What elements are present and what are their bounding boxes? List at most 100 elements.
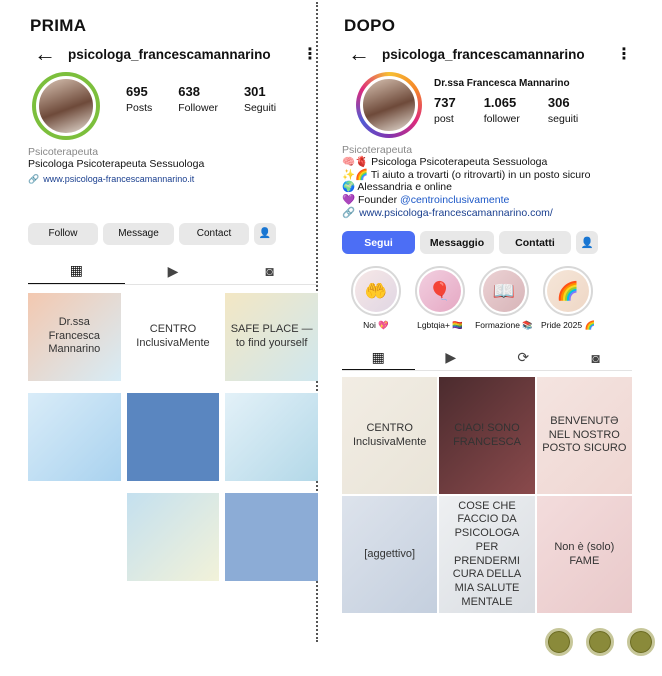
- contact-button[interactable]: Contatti: [499, 231, 571, 254]
- message-button[interactable]: Messaggio: [420, 231, 494, 254]
- grid-post[interactable]: [28, 492, 121, 581]
- grid-post[interactable]: SAFE PLACE — to find yourself: [225, 292, 318, 381]
- highlight-ring: 🎈: [415, 266, 465, 316]
- bio-line-1: 🧠🫀 Psicologa Psicoterapeuta Sessuologa: [342, 156, 548, 168]
- post-caption: Dr.ssa Francesca Mannarino: [48, 315, 101, 356]
- profile-category: Psicoterapeuta: [342, 144, 413, 156]
- highlight-ring: 🤲: [351, 266, 401, 316]
- follow-button[interactable]: Segui: [342, 231, 415, 254]
- action-buttons: Segui Messaggio Contatti 👤: [342, 231, 632, 254]
- profile-link-text[interactable]: www.psicologa-francescamannarino.com/: [359, 207, 553, 219]
- profile-category: Psicoterapeuta: [28, 146, 99, 158]
- bio-line-2: ✨🌈 Ti aiuto a trovarti (o ritrovarti) in…: [342, 168, 591, 181]
- back-arrow-icon[interactable]: ←: [342, 41, 382, 67]
- grid-post[interactable]: [225, 492, 318, 581]
- avatar-story-ring: [356, 72, 422, 138]
- tab-reels-icon[interactable]: ▶: [415, 345, 488, 370]
- founder-mention-link[interactable]: @centroinclusivamente: [400, 194, 509, 206]
- link-icon: 🔗: [342, 207, 356, 219]
- tab-reels-icon[interactable]: ▶: [125, 259, 222, 284]
- highlight-cover-icon: 🎈: [419, 270, 461, 312]
- profile-link-text[interactable]: www.psicologa-francescamannarino.it: [43, 174, 194, 184]
- more-options-icon[interactable]: ⋮: [616, 44, 632, 64]
- message-button[interactable]: Message: [103, 222, 174, 245]
- highlight-item[interactable]: 📖 Formazione 📚: [475, 266, 533, 331]
- post-grid: CENTRO InclusivaMente CIAO! SONO FRANCESC…: [342, 377, 632, 613]
- username: psicologa_francescamannarino: [382, 46, 585, 62]
- username: psicologa_francescamannarino: [68, 46, 271, 62]
- bio-line-3: 🌍 Alessandria e online: [342, 181, 452, 193]
- founder-prefix: 💜 Founder: [342, 193, 401, 206]
- tab-grid-icon[interactable]: ▦: [342, 345, 415, 370]
- profile-link[interactable]: 🔗 www.psicologa-francescamannarino.com/: [342, 206, 632, 220]
- post-caption: CENTRO InclusivaMente: [352, 421, 427, 448]
- link-icon: 🔗: [28, 173, 40, 184]
- post-caption: [aggettivo]: [364, 547, 416, 560]
- stat-following[interactable]: 306 seguiti: [548, 95, 578, 125]
- stat-followers[interactable]: 1.065 follower: [484, 95, 520, 125]
- contact-button[interactable]: Contact: [179, 222, 249, 245]
- back-arrow-icon[interactable]: ←: [28, 41, 68, 67]
- highlight-cover-icon: 🌈: [547, 270, 589, 312]
- olive-dot: [586, 628, 614, 656]
- add-user-icon[interactable]: 👤: [576, 231, 598, 254]
- grid-post[interactable]: [225, 392, 318, 481]
- avatar-ring: [32, 72, 100, 140]
- bio-founder-line: 💜 Founder @centroinclusivamente: [342, 194, 632, 207]
- tab-tagged-icon[interactable]: ◙: [560, 345, 633, 370]
- after-profile: ← psicologa_francescamannarino ⋮ Dr.ssa …: [342, 40, 632, 613]
- grid-post[interactable]: [aggettivo]: [342, 496, 438, 613]
- grid-post[interactable]: [126, 392, 220, 481]
- profile-topbar: ← psicologa_francescamannarino ⋮: [28, 40, 318, 68]
- profile-tabs: ▦ ▶ ⟳ ◙: [342, 345, 632, 371]
- avatar[interactable]: [36, 76, 96, 136]
- grid-post[interactable]: CIAO! SONO FRANCESCA: [439, 377, 535, 494]
- decorative-dots: [545, 628, 655, 656]
- action-buttons: Follow Message Contact 👤: [28, 222, 318, 245]
- tab-grid-icon[interactable]: ▦: [28, 259, 125, 284]
- grid-post[interactable]: COSE CHE FACCIO DA PSICOLOGA PER PRENDER…: [439, 496, 535, 613]
- profile-stats: Dr.ssa Francesca Mannarino 737 post 1.065…: [422, 72, 632, 125]
- before-profile: ← psicologa_francescamannarino ⋮ 695 Post…: [28, 40, 318, 581]
- grid-post[interactable]: CENTRO InclusivaMente: [342, 377, 438, 494]
- highlight-item[interactable]: 🤲 Noi 💖: [350, 266, 402, 331]
- tab-tagged-icon[interactable]: ◙: [221, 259, 318, 284]
- olive-dot: [627, 628, 655, 656]
- profile-header: 695 Posts 638 Follower 301 Seguiti: [28, 72, 318, 140]
- before-title: PRIMA: [30, 16, 87, 35]
- add-user-icon[interactable]: 👤: [254, 222, 276, 245]
- profile-topbar: ← psicologa_francescamannarino ⋮: [342, 40, 632, 68]
- avatar[interactable]: [360, 76, 418, 134]
- follow-button[interactable]: Follow: [28, 222, 98, 245]
- profile-bio: Psicologa Psicoterapeuta Sessuologa: [28, 158, 205, 170]
- highlight-item[interactable]: 🎈 Lgbtqia+ 🏳️‍🌈: [414, 266, 466, 331]
- profile-stats: 695 Posts 638 Follower 301 Seguiti: [100, 72, 318, 114]
- stat-followers[interactable]: 638 Follower: [178, 84, 218, 114]
- after-title: DOPO: [344, 16, 396, 35]
- story-highlights: 🤲 Noi 💖 🎈 Lgbtqia+ 🏳️‍🌈 📖 Formazione 📚 🌈 Pride …: [350, 266, 632, 331]
- highlight-item[interactable]: 🌈 Pride 2025 🌈: [541, 266, 595, 331]
- full-name: Dr.ssa Francesca Mannarino: [434, 78, 570, 89]
- stat-posts[interactable]: 737 post: [434, 95, 456, 125]
- more-options-icon[interactable]: ⋮: [302, 44, 318, 64]
- grid-post[interactable]: [126, 492, 220, 581]
- highlight-cover-icon: 🤲: [355, 270, 397, 312]
- stat-following[interactable]: 301 Seguiti: [244, 84, 276, 114]
- grid-post[interactable]: BENVENUTƏ NEL NOSTRO POSTO SICURO: [536, 377, 632, 494]
- post-grid: Dr.ssa Francesca Mannarino CENTRO Inclusi…: [28, 292, 318, 581]
- grid-post[interactable]: CENTRO InclusivaMente: [126, 292, 220, 381]
- highlight-ring: 📖: [479, 266, 529, 316]
- highlight-label: Lgbtqia+ 🏳️‍🌈: [417, 320, 463, 330]
- highlight-label: Noi 💖: [363, 320, 389, 330]
- post-caption: COSE CHE FACCIO DA PSICOLOGA PER PRENDER…: [452, 499, 522, 608]
- post-caption: CIAO! SONO FRANCESCA: [453, 421, 521, 448]
- stat-posts[interactable]: 695 Posts: [126, 84, 152, 114]
- tab-reposts-icon[interactable]: ⟳: [487, 345, 560, 370]
- grid-post[interactable]: [28, 392, 121, 481]
- profile-link[interactable]: 🔗 www.psicologa-francescamannarino.it: [28, 174, 318, 185]
- profile-tabs: ▦ ▶ ◙: [28, 259, 318, 285]
- grid-post[interactable]: Non è (solo) FAME: [536, 496, 632, 613]
- grid-post[interactable]: Dr.ssa Francesca Mannarino: [28, 292, 121, 381]
- highlight-label: Formazione 📚: [475, 320, 533, 330]
- profile-header: Dr.ssa Francesca Mannarino 737 post 1.065…: [342, 72, 632, 138]
